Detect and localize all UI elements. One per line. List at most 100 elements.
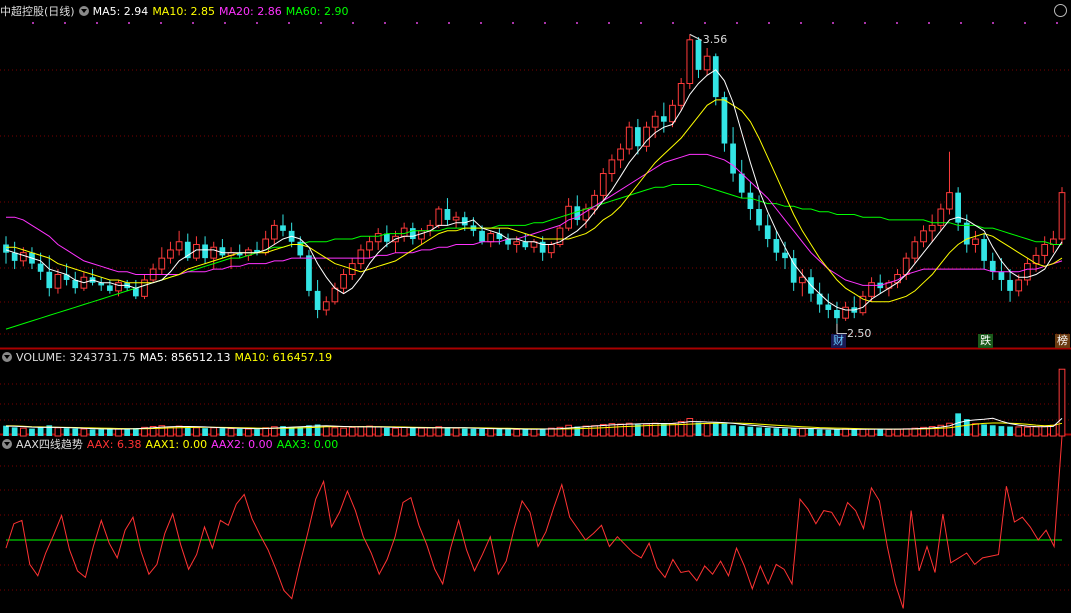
- ma5-label: MA5: 2.94: [92, 5, 149, 18]
- volume-bar: [851, 429, 858, 436]
- grid-tick: [448, 22, 450, 24]
- candle: [167, 241, 174, 264]
- candle-body: [314, 290, 321, 310]
- candle: [219, 239, 226, 259]
- volume-bar: [132, 428, 139, 436]
- chevron-down-icon[interactable]: [78, 6, 89, 16]
- volume-bar: [288, 427, 295, 436]
- volume-bar: [894, 428, 901, 437]
- collapse-toggle-icon[interactable]: [1054, 4, 1067, 17]
- chevron-down-icon[interactable]: [2, 439, 12, 449]
- candle-body: [418, 230, 425, 240]
- grid-tick: [896, 22, 898, 24]
- low-price-label: 2.50: [846, 326, 872, 340]
- grid-tick: [96, 22, 98, 24]
- candle-body: [11, 252, 18, 261]
- candle-body: [703, 55, 711, 71]
- volume-bar: [1007, 426, 1013, 436]
- candle-body: [782, 252, 788, 259]
- candle: [608, 154, 616, 182]
- candle-body: [19, 252, 27, 262]
- candle: [686, 34, 694, 89]
- grid-tick: [224, 22, 226, 24]
- volume-bar: [591, 425, 598, 437]
- candle-body: [998, 271, 1005, 280]
- candle-body: [825, 304, 832, 310]
- event-marker-ranking[interactable]: 榜: [1055, 334, 1070, 348]
- volume-bar: [107, 428, 113, 436]
- aax-label: AAX: 6.38: [86, 438, 142, 451]
- volume-bar: [989, 425, 996, 436]
- volume-bar: [115, 428, 122, 437]
- volume-bar: [808, 429, 814, 436]
- candle-body: [773, 239, 780, 253]
- candle: [452, 211, 460, 229]
- volume-bar: [322, 425, 330, 437]
- candle-body: [210, 246, 218, 259]
- ma60-label: MA60: 2.90: [285, 5, 349, 18]
- candle: [599, 168, 607, 201]
- volume-bar: [660, 424, 667, 436]
- volume-bar: [1024, 426, 1031, 437]
- grid-tick: [768, 22, 770, 24]
- candle: [928, 214, 936, 242]
- candle: [539, 236, 546, 261]
- candle-body: [479, 230, 485, 242]
- candle-body: [989, 260, 996, 272]
- price-panel: [3, 33, 1066, 335]
- candle: [782, 241, 788, 270]
- volume-bar: [981, 424, 987, 436]
- candle: [306, 249, 312, 297]
- volume-bar: [703, 423, 711, 437]
- grid-tick: [128, 22, 130, 24]
- candle-body: [686, 39, 694, 84]
- candle: [149, 263, 157, 283]
- candle-body: [46, 271, 53, 289]
- volume-bar: [1041, 425, 1049, 437]
- volume-bar: [400, 426, 408, 437]
- volume-bar: [219, 428, 226, 436]
- candle-body: [340, 274, 347, 289]
- candle: [816, 282, 823, 313]
- grid-tick: [512, 22, 514, 24]
- candle: [695, 37, 702, 79]
- volume-bar: [712, 422, 719, 436]
- volume-bar: [236, 428, 243, 436]
- candle: [505, 233, 511, 250]
- volume-bar: [63, 428, 70, 436]
- ma10-label: MA10: 2.85: [152, 5, 216, 18]
- candle-body: [635, 127, 641, 147]
- grid-tick: [64, 22, 66, 24]
- candle: [798, 269, 806, 297]
- candle: [972, 230, 979, 253]
- event-marker-drop[interactable]: 跌: [978, 334, 994, 348]
- candle-body: [374, 233, 382, 243]
- candle: [738, 159, 745, 199]
- volume-bar: [470, 428, 477, 436]
- candle-body: [3, 244, 9, 253]
- candle: [487, 230, 495, 248]
- aax2-label: AAX2: 0.00: [211, 438, 273, 451]
- candle: [834, 301, 840, 324]
- candle: [357, 244, 365, 270]
- chevron-down-icon[interactable]: [2, 352, 12, 362]
- event-marker-finance[interactable]: 财: [830, 334, 846, 348]
- candle: [712, 53, 719, 106]
- grid-tick: [1056, 22, 1058, 24]
- candle-body: [280, 225, 286, 231]
- candle-body: [435, 208, 443, 226]
- grid-tick: [800, 22, 802, 24]
- candle: [591, 189, 598, 215]
- candle-body: [981, 239, 987, 261]
- volume-bar: [418, 427, 425, 437]
- grid-tick: [160, 22, 162, 24]
- volume-bar: [539, 428, 546, 436]
- candle-body: [928, 224, 936, 232]
- volume-bar: [80, 428, 88, 437]
- candle-body: [599, 173, 607, 196]
- volume-bar: [505, 429, 511, 436]
- candle: [877, 274, 884, 294]
- candle-body: [790, 258, 797, 283]
- candle-body: [132, 288, 139, 297]
- volume-bar: [461, 428, 468, 436]
